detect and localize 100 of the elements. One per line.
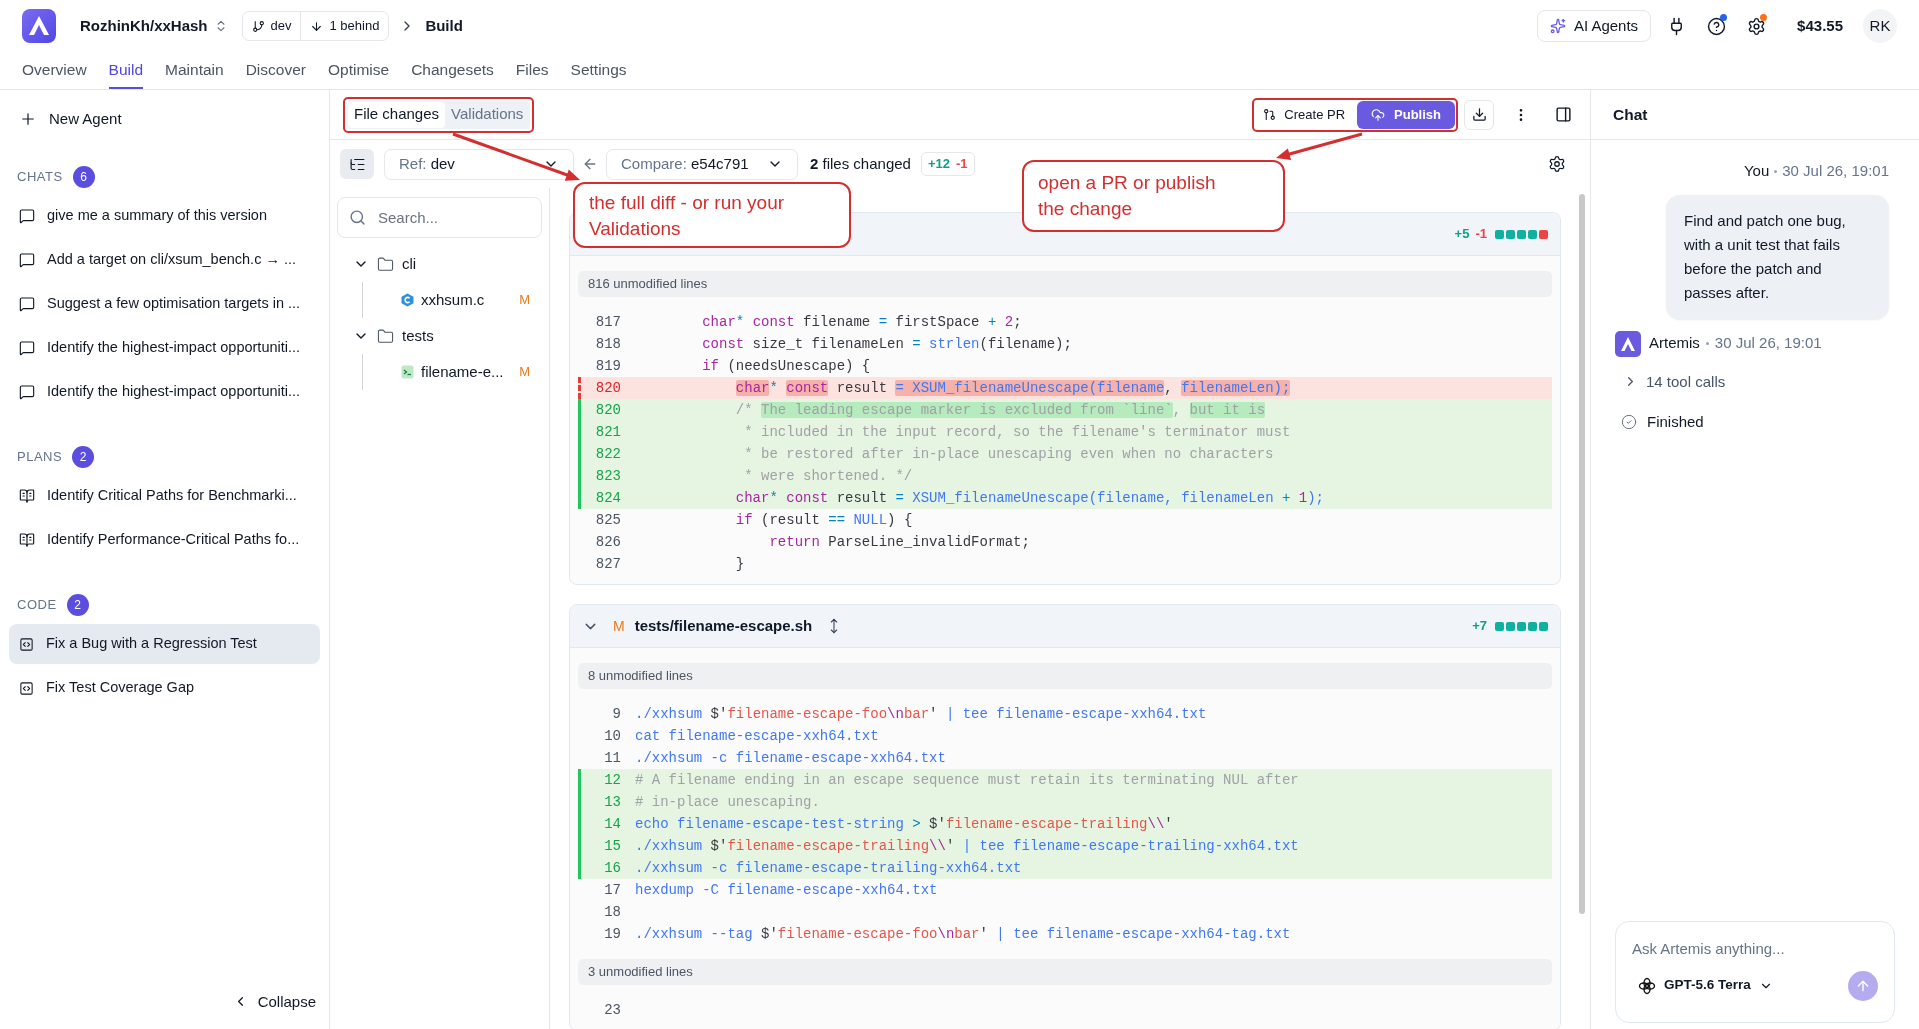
- book-icon: [19, 532, 35, 548]
- line-number: 817: [594, 312, 621, 332]
- section-title: PLANS: [17, 448, 63, 467]
- pull-request-icon: [1263, 108, 1277, 121]
- file-item[interactable]: xxhsum.c M: [363, 282, 542, 318]
- modified-status: M: [613, 616, 625, 636]
- message-time: 30 Jul 26, 19:01: [1714, 333, 1822, 354]
- chat-icon: [19, 384, 35, 400]
- book-icon: [19, 488, 35, 504]
- tool-calls-toggle[interactable]: 14 tool calls: [1623, 370, 1895, 393]
- download-button[interactable]: [1464, 99, 1494, 130]
- chat-icon: [19, 296, 35, 312]
- line-number: 10: [603, 726, 621, 746]
- line-number: 818: [594, 334, 621, 354]
- deletions-count: -1: [1475, 225, 1487, 244]
- chat-icon: [19, 340, 35, 356]
- file-path: tests/filename-escape.sh: [634, 615, 813, 636]
- message-input[interactable]: Ask Artemis anything...: [1632, 938, 1878, 961]
- sidebar-item[interactable]: Identify Critical Paths for Benchmarki...: [9, 476, 320, 516]
- branch-button[interactable]: dev: [242, 12, 302, 40]
- cloud-upload-icon: [1371, 107, 1386, 122]
- nav-tab[interactable]: Optimise: [327, 52, 390, 89]
- sidebar-item[interactable]: Fix a Bug with a Regression Test: [9, 624, 320, 664]
- sidebar-item[interactable]: give me a summary of this version: [9, 196, 320, 236]
- status-text: Finished: [1647, 412, 1704, 432]
- collapse-button[interactable]: Collapse: [232, 990, 316, 1013]
- code-line: cat filename-escape-xxh64.txt: [634, 726, 879, 746]
- scrollbar[interactable]: [1579, 194, 1585, 914]
- callout-note: open a PR or publish the change: [1022, 160, 1285, 232]
- settings-icon[interactable]: [1548, 155, 1566, 173]
- publish-button[interactable]: Publish: [1357, 100, 1455, 129]
- line-number: 821: [594, 422, 621, 442]
- sidebar-item[interactable]: Identify Performance-Critical Paths fo...: [9, 520, 320, 560]
- file-item[interactable]: filename-e... M: [363, 354, 542, 390]
- code-line: # A filename ending in an escape sequence must retain its terminating NUL after: [634, 770, 1299, 790]
- unmodified-lines-bar[interactable]: 8 unmodified lines: [578, 663, 1552, 689]
- code-line: char* const filename = firstSpace + 2;: [701, 312, 1022, 332]
- code-line: * were shortened. */: [743, 466, 913, 486]
- folder-item[interactable]: tests: [337, 318, 542, 354]
- sidebar-item[interactable]: Add a target on cli/xsum_bench.c → ...: [9, 240, 320, 280]
- ai-agents-button[interactable]: AI Agents: [1536, 10, 1652, 42]
- message-time: 30 Jul 26, 19:01: [1782, 161, 1889, 181]
- behind-button[interactable]: 1 behind: [301, 12, 389, 40]
- agent-avatar-icon: [1615, 330, 1641, 357]
- line-number: 14: [603, 814, 621, 834]
- compare-dropdown[interactable]: Compare: e54c791: [606, 148, 798, 180]
- hexagon-file-icon: [401, 293, 414, 307]
- download-icon: [1471, 107, 1487, 122]
- nav-tab[interactable]: Discover: [245, 52, 306, 89]
- logo-icon[interactable]: [22, 9, 56, 43]
- plus-icon: [19, 110, 37, 128]
- nav-tab[interactable]: Maintain: [165, 52, 224, 89]
- section-title: CHATS: [17, 168, 63, 187]
- code-line: * included in the input record, so the filename's terminator must: [743, 422, 1291, 442]
- tree-view-button[interactable]: [340, 149, 374, 179]
- folder-icon: [377, 255, 394, 273]
- code-line: if (needsUnescape) {: [701, 356, 871, 376]
- message-author: Artemis: [1649, 333, 1700, 354]
- repo-selector[interactable]: RozhinKh/xxHash: [80, 14, 228, 38]
- unmodified-lines-bar[interactable]: 816 unmodified lines: [578, 271, 1552, 297]
- model-selector[interactable]: GPT-5.6 Terra: [1638, 975, 1773, 996]
- code-line: # in-place unescaping.: [634, 792, 820, 812]
- code-line: if (result == NULL) {: [734, 510, 913, 530]
- line-number: 827: [594, 554, 621, 574]
- files-changed-summary: 2 files changed: [810, 153, 911, 174]
- code-line: return ParseLine_invalidFormat;: [768, 532, 1030, 552]
- panel-icon: [1554, 106, 1572, 123]
- line-number: 11: [603, 748, 621, 768]
- nav-tab[interactable]: Files: [515, 52, 549, 89]
- section-title: CODE: [17, 596, 57, 615]
- view-tab[interactable]: File changes: [348, 101, 446, 128]
- additions-count: +7: [1472, 617, 1487, 636]
- sidebar-item[interactable]: Suggest a few optimisation targets in ...: [9, 284, 320, 324]
- line-number: 826: [594, 532, 621, 552]
- new-agent-button[interactable]: New Agent: [9, 106, 320, 132]
- line-number: 823: [594, 466, 621, 486]
- nav-tab[interactable]: Build: [108, 52, 144, 89]
- search-field[interactable]: Search...: [337, 197, 542, 238]
- sidebar-item[interactable]: Fix Test Coverage Gap: [9, 668, 320, 708]
- code-icon: [19, 680, 34, 696]
- nav-tab[interactable]: Changesets: [411, 52, 494, 89]
- line-number: 13: [603, 792, 621, 812]
- arrow-down-icon: [310, 19, 324, 33]
- view-tab[interactable]: Validations: [445, 101, 530, 128]
- code-line: const size_t filenameLen = strlen(filename);: [701, 334, 1072, 354]
- unmodified-lines-bar[interactable]: 3 unmodified lines: [578, 959, 1552, 985]
- message-author: You: [1743, 161, 1770, 181]
- line-number: 819: [594, 356, 621, 376]
- sidebar-item[interactable]: Identify the highest-impact opportuniti...: [9, 328, 320, 368]
- balance: $43.55: [1797, 15, 1843, 36]
- line-number: 17: [603, 880, 621, 900]
- file-name: xxhsum.c: [421, 289, 485, 310]
- chat-icon: [19, 252, 35, 268]
- user-avatar[interactable]: RK: [1863, 9, 1897, 43]
- line-number: 15: [603, 836, 621, 856]
- nav-tab[interactable]: Overview: [22, 52, 87, 89]
- line-number: 12: [603, 770, 621, 790]
- sidebar-item[interactable]: Identify the highest-impact opportuniti...: [9, 372, 320, 412]
- folder-item[interactable]: cli: [337, 246, 542, 282]
- nav-tab[interactable]: Settings: [570, 52, 627, 89]
